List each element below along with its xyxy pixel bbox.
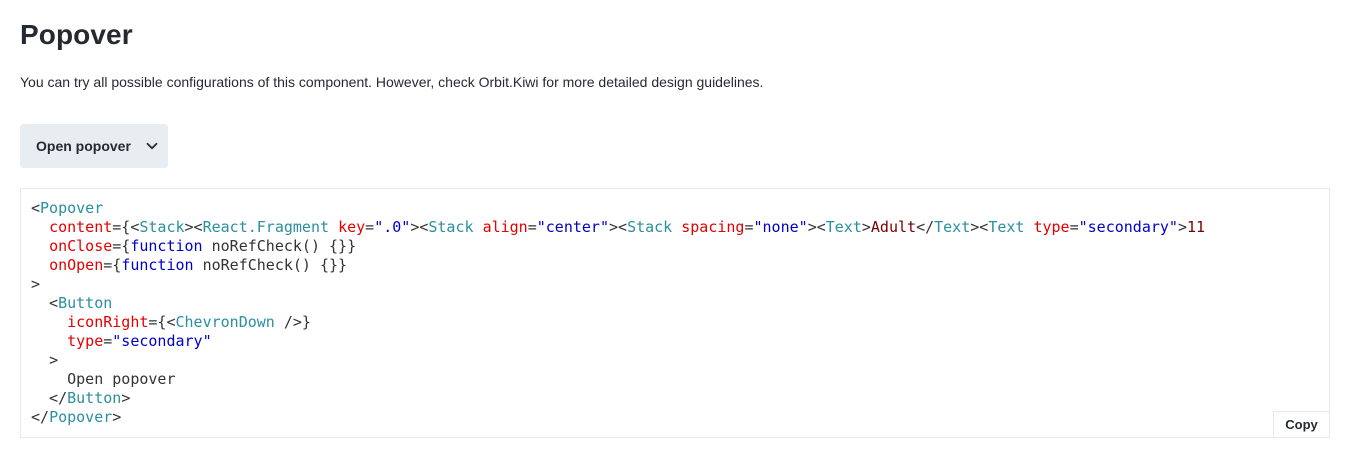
code-token: 11 xyxy=(1187,218,1206,236)
code-token: "secondary" xyxy=(112,332,212,350)
code-token: noRefCheck() {}} xyxy=(202,237,357,255)
code-token: spacing xyxy=(681,218,745,236)
code-token: type xyxy=(67,332,104,350)
code-token: Open popover xyxy=(67,370,176,388)
code-token: > xyxy=(31,275,41,293)
code-token: Popover xyxy=(49,408,113,426)
copy-button[interactable]: Copy xyxy=(1273,411,1329,437)
code-token: content xyxy=(49,218,113,236)
open-popover-label: Open popover xyxy=(36,138,131,154)
code-block: <Popover content={<Stack><React.Fragment… xyxy=(20,188,1330,438)
code-token: Popover xyxy=(40,199,104,217)
code-token: Stack xyxy=(428,218,474,236)
code-token: type xyxy=(1033,218,1070,236)
code-token: key xyxy=(338,218,366,236)
open-popover-button[interactable]: Open popover xyxy=(20,124,168,168)
code-token: function xyxy=(121,256,194,274)
code-token: Text xyxy=(825,218,862,236)
code-token: "none" xyxy=(753,218,808,236)
code-token: onClose xyxy=(49,237,113,255)
chevron-down-icon xyxy=(145,139,159,153)
code-token: Text xyxy=(934,218,971,236)
code-token: onOpen xyxy=(49,256,104,274)
page-description: You can try all possible configurations … xyxy=(20,74,764,90)
code-token: ".0" xyxy=(374,218,411,236)
page-title: Popover xyxy=(20,19,133,50)
code-token: "secondary" xyxy=(1078,218,1178,236)
code-token: ChevronDown xyxy=(175,313,275,331)
code-token: Button xyxy=(67,389,122,407)
code-token: Adult xyxy=(870,218,917,236)
code-token: React.Fragment xyxy=(202,218,330,236)
code-token: Stack xyxy=(627,218,673,236)
code-token: align xyxy=(482,218,528,236)
code-token: Button xyxy=(58,294,113,312)
code-token: Stack xyxy=(139,218,185,236)
code-token: Text xyxy=(988,218,1025,236)
code-content: <Popover content={<Stack><React.Fragment… xyxy=(31,199,1206,426)
code-token: > xyxy=(49,351,59,369)
code-token: noRefCheck() {}} xyxy=(193,256,348,274)
code-token: function xyxy=(130,237,203,255)
code-token: "center" xyxy=(536,218,609,236)
code-token: iconRight xyxy=(67,313,149,331)
